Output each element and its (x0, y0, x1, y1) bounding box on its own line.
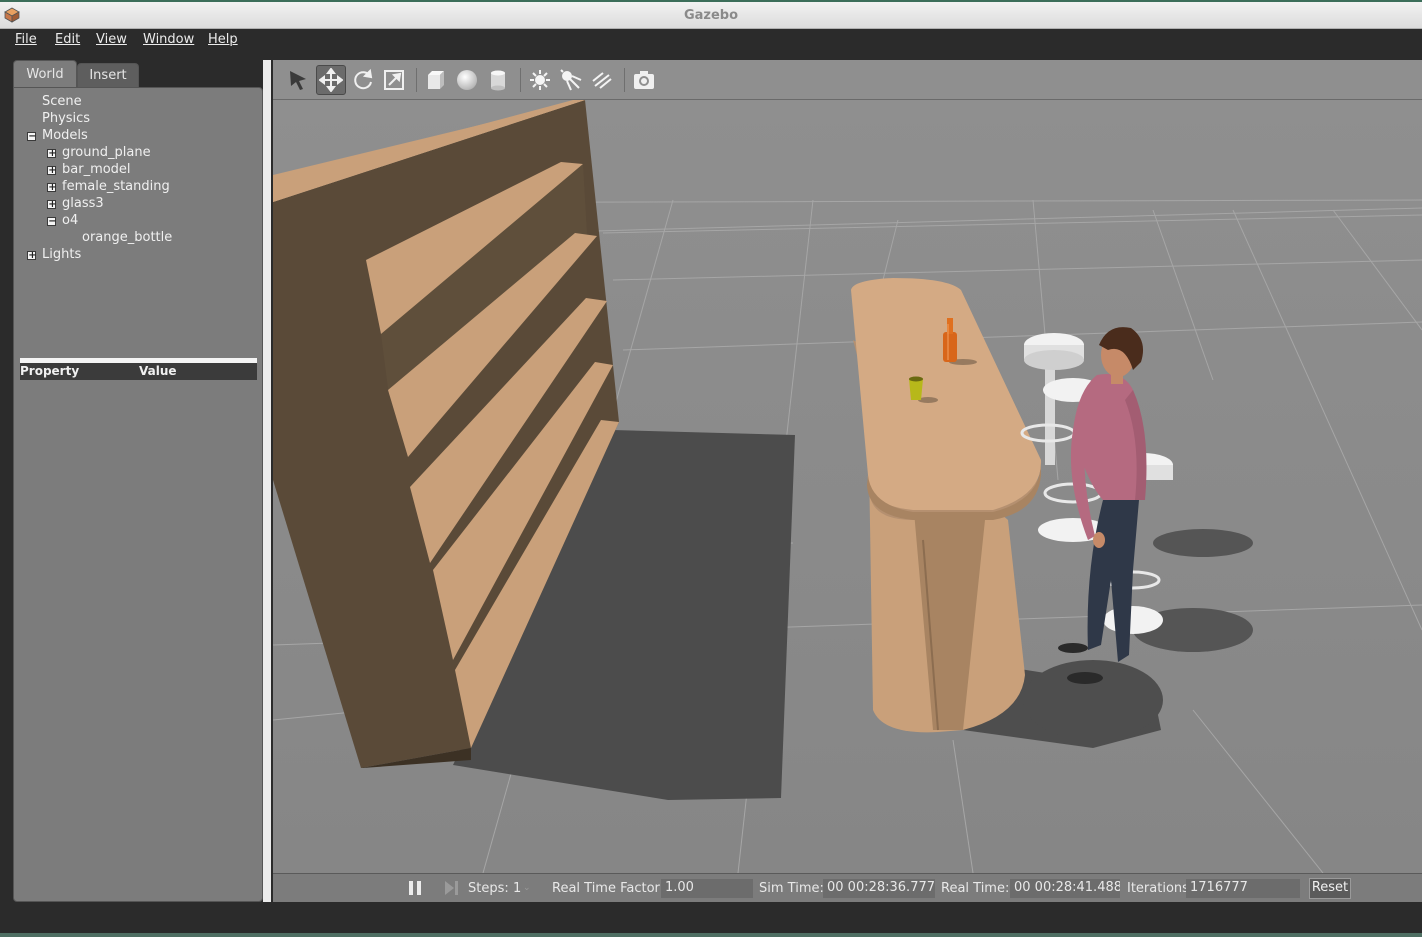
window-title: Gazebo (683, 8, 739, 23)
menu-bar: File Edit View Window Help (0, 29, 1422, 53)
status-bar: Steps: 1 ⌄ Real Time Factor: 1.00 Sim Ti… (273, 873, 1422, 902)
tree-item-models[interactable]: Models (42, 128, 88, 143)
toolbar-separator (520, 68, 521, 92)
rtf-value: 1.00 (661, 879, 753, 898)
expand-icon[interactable]: + (47, 182, 57, 193)
property-column-header: Property (20, 364, 80, 378)
sphere-icon[interactable] (452, 65, 482, 95)
menu-file[interactable]: File (15, 32, 37, 47)
menu-edit[interactable]: Edit (55, 32, 80, 47)
world-tree-panel: Scene Physics − Models + ground_plane + … (13, 87, 263, 902)
tab-world[interactable]: World (13, 60, 77, 88)
spot-light-icon[interactable] (556, 65, 586, 95)
scale-icon[interactable] (379, 65, 409, 95)
pause-icon[interactable] (407, 880, 423, 896)
menu-help[interactable]: Help (208, 32, 238, 47)
scene-render (273, 100, 1422, 873)
toolbar (273, 60, 1422, 100)
cylinder-icon[interactable] (483, 65, 513, 95)
select-arrow-icon[interactable] (283, 65, 313, 95)
tree-item-bar-model[interactable]: bar_model (62, 162, 131, 177)
toolbar-separator (624, 68, 625, 92)
expand-icon[interactable]: + (47, 199, 57, 210)
menu-view[interactable]: View (96, 32, 127, 47)
stool-shadow (1153, 529, 1253, 557)
tree-item-scene[interactable]: Scene (42, 94, 82, 109)
person-shadow (1023, 660, 1163, 740)
translate-icon[interactable] (316, 65, 346, 95)
collapse-icon[interactable]: − (27, 131, 37, 142)
tree-item-orange-bottle[interactable]: orange_bottle (82, 230, 172, 245)
steps-value[interactable]: 1 (513, 881, 521, 896)
window-bottom-edge (0, 902, 1422, 937)
tree-item-glass3[interactable]: glass3 (62, 196, 104, 211)
point-light-icon[interactable] (525, 65, 555, 95)
property-table-header: Property Value (20, 363, 257, 380)
reset-button[interactable]: Reset (1309, 878, 1351, 899)
sim-time-label: Sim Time: (759, 881, 824, 896)
3d-viewport[interactable] (273, 100, 1422, 873)
chevron-down-icon[interactable]: ⌄ (523, 883, 531, 893)
menu-window[interactable]: Window (143, 32, 194, 47)
box-icon[interactable] (421, 65, 451, 95)
title-bar: Gazebo (0, 0, 1422, 29)
screenshot-icon[interactable] (629, 65, 659, 95)
sim-time-value: 00 00:28:36.777 (823, 879, 935, 898)
iterations-label: Iterations: (1127, 881, 1194, 896)
value-column-header: Value (139, 364, 177, 378)
tree-item-ground-plane[interactable]: ground_plane (62, 145, 151, 160)
rtf-label: Real Time Factor: (552, 881, 665, 896)
expand-icon[interactable]: + (27, 250, 37, 261)
toolbar-separator (416, 68, 417, 92)
rotate-icon[interactable] (348, 65, 378, 95)
tree-item-lights[interactable]: Lights (42, 247, 81, 262)
iterations-value: 1716777 (1186, 879, 1300, 898)
collapse-icon[interactable]: − (47, 216, 57, 227)
expand-icon[interactable]: + (47, 148, 57, 159)
tree-item-o4[interactable]: o4 (62, 213, 78, 228)
step-icon[interactable] (443, 880, 459, 896)
tree-item-physics[interactable]: Physics (42, 111, 90, 126)
expand-icon[interactable]: + (47, 165, 57, 176)
panel-splitter[interactable] (263, 60, 273, 902)
real-time-label: Real Time: (941, 881, 1010, 896)
tab-insert[interactable]: Insert (77, 63, 139, 88)
left-panel: World Insert Scene Physics − Models + gr… (13, 60, 263, 902)
directional-light-icon[interactable] (587, 65, 617, 95)
tree-item-female-standing[interactable]: female_standing (62, 179, 170, 194)
steps-label: Steps: (468, 881, 509, 896)
real-time-value: 00 00:28:41.488 (1010, 879, 1120, 898)
